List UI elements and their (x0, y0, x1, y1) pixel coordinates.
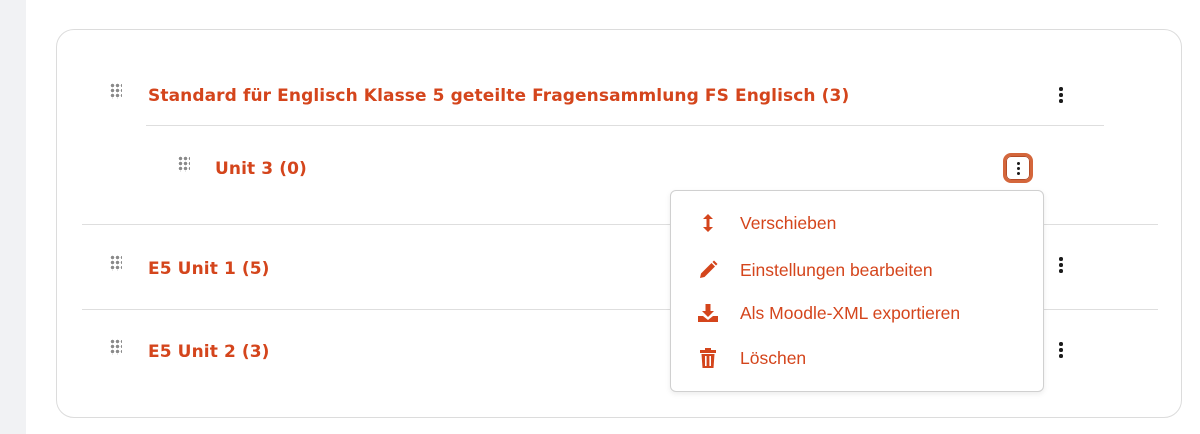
category-actions-menu-button-active[interactable] (1003, 153, 1033, 183)
drag-handle-icon[interactable] (178, 156, 190, 172)
drag-handle-icon[interactable] (110, 83, 122, 99)
category-link-standard[interactable]: Standard für Englisch Klasse 5 geteilte … (148, 86, 849, 106)
kebab-dot (1059, 93, 1063, 97)
kebab-dot (1059, 342, 1063, 346)
left-panel-strip (0, 0, 26, 434)
menu-item-export-xml[interactable]: Als Moodle-XML exportieren (671, 293, 1043, 333)
category-actions-menu-button[interactable] (1052, 84, 1070, 106)
row-separator (146, 125, 1104, 126)
category-actions-menu-button[interactable] (1052, 339, 1070, 361)
category-link-unit-3[interactable]: Unit 3 (0) (215, 159, 307, 179)
category-link-e5-unit-1[interactable]: E5 Unit 1 (5) (148, 259, 270, 279)
category-actions-menu-button[interactable] (1052, 254, 1070, 276)
menu-item-label: Einstellungen bearbeiten (740, 259, 933, 280)
drag-handle-icon[interactable] (110, 255, 122, 271)
category-link-e5-unit-2[interactable]: E5 Unit 2 (3) (148, 342, 270, 362)
menu-item-label: Löschen (740, 347, 807, 368)
pencil-icon (697, 259, 719, 281)
kebab-dot (1059, 257, 1063, 261)
kebab-dot (1059, 354, 1063, 358)
kebab-dot (1059, 269, 1063, 273)
drag-handle-icon[interactable] (110, 339, 122, 355)
menu-item-move[interactable]: Verschieben (671, 203, 1043, 243)
kebab-dot (1059, 99, 1063, 103)
download-icon (697, 302, 719, 324)
menu-item-edit-settings[interactable]: Einstellungen bearbeiten (671, 250, 1043, 290)
kebab-dot (1059, 263, 1063, 267)
kebab-dot (1016, 166, 1020, 170)
category-actions-dropdown: Verschieben Einstellungen bearbeiten Als… (670, 190, 1044, 392)
trash-icon (697, 347, 719, 369)
menu-item-label: Verschieben (740, 212, 837, 233)
menu-item-label: Als Moodle-XML exportieren (740, 302, 961, 323)
move-vertical-icon (697, 212, 719, 234)
kebab-dot (1016, 161, 1020, 165)
kebab-dot (1059, 87, 1063, 91)
kebab-dot (1059, 348, 1063, 352)
menu-item-delete[interactable]: Löschen (671, 338, 1043, 378)
kebab-dot (1016, 171, 1020, 175)
